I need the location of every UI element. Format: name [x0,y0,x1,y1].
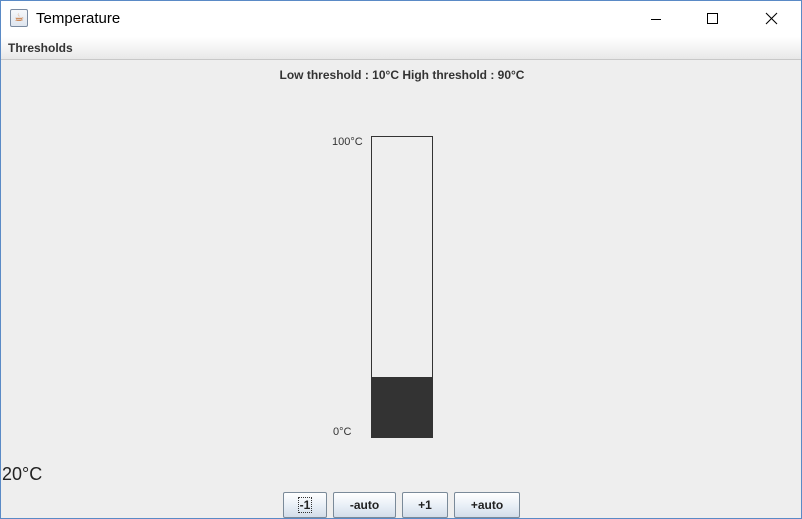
maximize-icon [707,13,718,24]
decrement-button-label: -1 [297,497,313,513]
window-title: Temperature [36,10,121,27]
gauge-fill [372,377,432,437]
title-bar[interactable]: ☕ Temperature [1,1,801,37]
increment-button-label: +1 [418,498,432,512]
menu-bar: Thresholds [1,37,801,60]
auto-increment-button-label: +auto [470,498,504,512]
current-temperature: 20°C [2,464,43,484]
close-button[interactable] [747,1,793,37]
threshold-info: Low threshold : 10°C High threshold : 90… [279,68,525,82]
menu-thresholds[interactable]: Thresholds [8,41,73,55]
close-icon [765,12,778,25]
auto-decrement-button[interactable]: -auto [333,492,396,518]
temperature-gauge [371,136,433,438]
minimize-button[interactable] [633,1,679,37]
auto-increment-button[interactable]: +auto [454,492,520,518]
increment-button[interactable]: +1 [402,492,448,518]
decrement-button[interactable]: -1 [283,492,327,518]
minimize-icon [651,19,661,20]
auto-decrement-button-label: -auto [349,498,380,512]
gauge-max-label: 100°C [332,136,363,148]
gauge-min-label: 0°C [333,426,352,438]
java-cup-icon[interactable]: ☕ [10,9,28,27]
maximize-button[interactable] [689,1,735,37]
app-window: ☕ Temperature Thresholds Low threshold :… [0,0,802,519]
